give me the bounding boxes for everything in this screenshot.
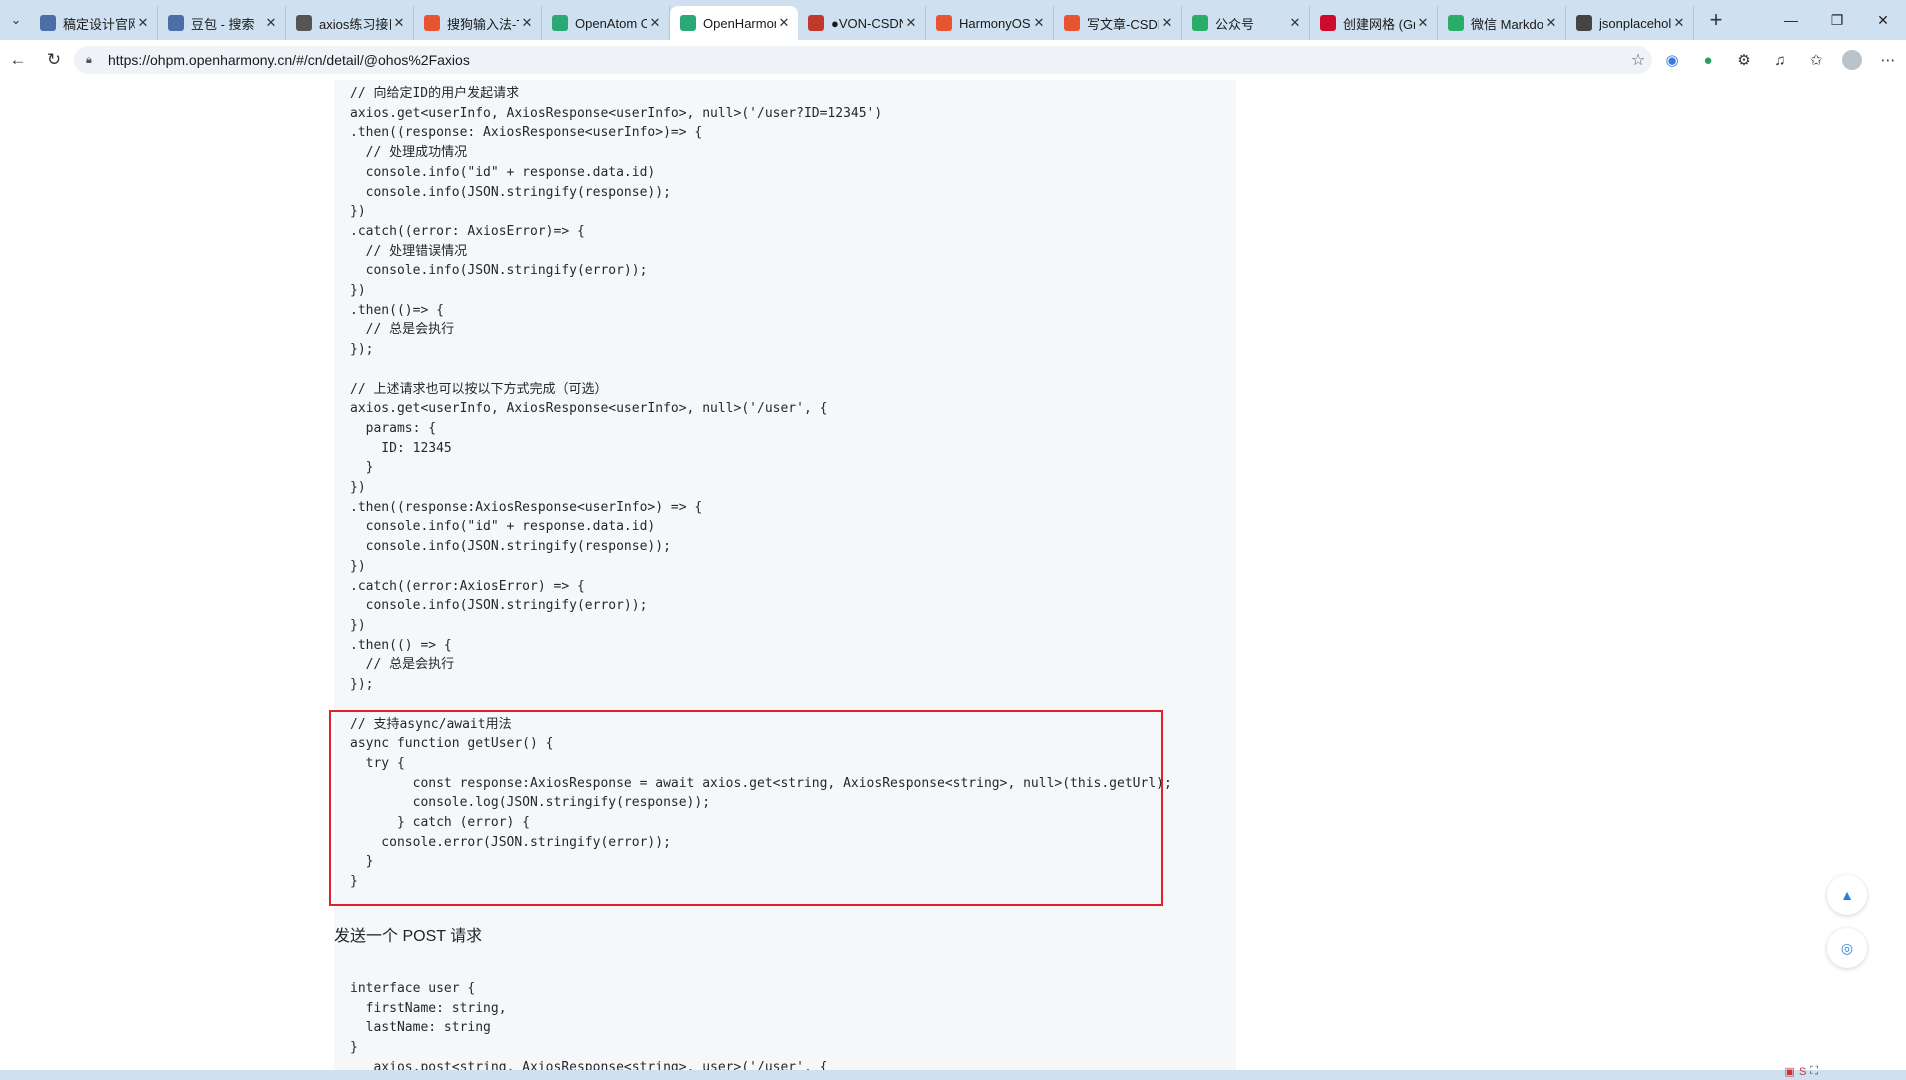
code-post-text: interface user { firstName: string, last…: [350, 981, 828, 1070]
tab-close-icon[interactable]: ✕: [263, 15, 279, 31]
tab-close-icon[interactable]: ✕: [1671, 15, 1687, 31]
expand-tray-icon[interactable]: ⛶: [1810, 1065, 1818, 1078]
browser-tab[interactable]: OpenHarmon ✕: [670, 6, 798, 40]
tab-title: 公众号: [1215, 16, 1255, 32]
tab-close-icon[interactable]: ✕: [1031, 15, 1047, 31]
tab-title: 创建网格 (Gr: [1343, 16, 1415, 32]
tab-title: 豆包 - 搜索: [191, 16, 255, 32]
url-text[interactable]: https://ohpm.openharmony.cn/#/cn/detail/…: [108, 52, 1624, 68]
page-content: // 向给定ID的用户发起请求 axios.get<userInfo, Axio…: [0, 80, 1906, 1070]
copilot-icon[interactable]: ◉: [1654, 44, 1690, 76]
tab-title: 写文章-CSDN: [1087, 16, 1159, 32]
refresh-icon[interactable]: ↻: [36, 44, 72, 76]
sogou-icon: [424, 15, 440, 31]
wechat-icon: [1448, 15, 1464, 31]
csdn-icon: [808, 15, 824, 31]
tab-close-icon[interactable]: ✕: [1543, 15, 1559, 31]
favorites-icon[interactable]: ✩: [1798, 44, 1834, 76]
ohpm-icon: [680, 15, 696, 31]
csdn-icon: [1064, 15, 1080, 31]
browser-tab[interactable]: 微信 Markdo ✕: [1438, 6, 1566, 40]
code-block-post-example: interface user { firstName: string, last…: [334, 963, 1236, 1070]
tab-close-icon[interactable]: ✕: [519, 15, 535, 31]
back-icon[interactable]: ←: [0, 44, 36, 76]
extension-green-icon[interactable]: ●: [1690, 44, 1726, 76]
more-menu-icon[interactable]: ⋯: [1870, 44, 1906, 76]
window-controls: — ❐ ✕: [1768, 0, 1906, 40]
browser-tab[interactable]: 公众号 ✕: [1182, 6, 1310, 40]
openatom-icon: [552, 15, 568, 31]
tab-title: jsonplacehol: [1599, 15, 1671, 31]
async-await-highlight-box: [329, 710, 1163, 906]
reading-list-icon[interactable]: ♫: [1762, 44, 1798, 76]
tab-strip: ⌄ 稿定设计官网✕豆包 - 搜索✕axios练习接口✕搜狗输入法-T✕OpenA…: [0, 0, 1906, 40]
post-request-heading: 发送一个 POST 请求: [334, 928, 483, 945]
extensions-icon[interactable]: ⚙: [1726, 44, 1762, 76]
address-bar[interactable]: 🔒︎ https://ohpm.openharmony.cn/#/cn/deta…: [74, 46, 1652, 74]
browser-tab[interactable]: OpenAtom O ✕: [542, 6, 670, 40]
minimize-icon[interactable]: —: [1768, 0, 1814, 40]
bottom-status-strip: ▣ S ⛶: [0, 1065, 1906, 1080]
browser-tab[interactable]: ●VON-CSDN ✕: [798, 6, 926, 40]
browser-tab[interactable]: 写文章-CSDN✕: [1054, 6, 1182, 40]
tab-close-icon[interactable]: ✕: [903, 15, 919, 31]
assistant-float-icon[interactable]: ◎: [1827, 928, 1867, 968]
avatar-icon: [296, 15, 312, 31]
csdn-icon: [936, 15, 952, 31]
tab-close-icon[interactable]: ✕: [1159, 15, 1175, 31]
browser-tab[interactable]: 搜狗输入法-T ✕: [414, 6, 542, 40]
search-icon: [40, 15, 56, 31]
tab-close-icon[interactable]: ✕: [1287, 15, 1303, 31]
tab-title: 微信 Markdo: [1471, 16, 1543, 32]
favorite-star-icon[interactable]: ☆: [1624, 50, 1652, 70]
tab-close-icon[interactable]: ✕: [647, 15, 663, 31]
lock-icon[interactable]: 🔒︎: [86, 54, 100, 67]
search-icon: [168, 15, 184, 31]
browser-tab[interactable]: HarmonyOS ✕: [926, 6, 1054, 40]
browser-tab[interactable]: axios练习接口✕: [286, 6, 414, 40]
tab-title: ●VON-CSDN: [831, 15, 903, 31]
tab-title: 搜狗输入法-T: [447, 16, 519, 32]
tab-title: 稿定设计官网: [63, 16, 135, 32]
brackets-icon: [1576, 15, 1592, 31]
browser-tab[interactable]: 豆包 - 搜索 ✕: [158, 6, 286, 40]
pdf-tray-icon[interactable]: ▣: [1785, 1065, 1795, 1078]
tab-actions-menu-icon[interactable]: ⌄: [2, 6, 30, 34]
tab-close-icon[interactable]: ✕: [776, 15, 792, 31]
sogou-tray-icon[interactable]: S: [1799, 1066, 1806, 1078]
profile-avatar[interactable]: [1834, 44, 1870, 76]
browser-tab[interactable]: 创建网格 (Gr ✕: [1310, 6, 1438, 40]
new-tab-button[interactable]: +: [1700, 4, 1732, 36]
tab-title: HarmonyOS: [959, 15, 1031, 31]
toolbar-extensions: ◉ ● ⚙ ♫ ✩ ⋯: [1654, 40, 1906, 80]
close-window-icon[interactable]: ✕: [1860, 0, 1906, 40]
tab-close-icon[interactable]: ✕: [391, 15, 407, 31]
huawei-icon: [1320, 15, 1336, 31]
tab-title: OpenAtom O: [575, 15, 647, 31]
wechat-icon: [1192, 15, 1208, 31]
back-to-top-icon[interactable]: ▲: [1827, 875, 1867, 915]
browser-tab[interactable]: 稿定设计官网 ✕: [30, 6, 158, 40]
tabs-container: 稿定设计官网✕豆包 - 搜索✕axios练习接口✕搜狗输入法-T✕OpenAto…: [30, 0, 1694, 40]
tab-close-icon[interactable]: ✕: [135, 15, 151, 31]
tab-title: axios练习接口: [319, 16, 391, 32]
tab-title: OpenHarmon: [703, 15, 776, 31]
tab-close-icon[interactable]: ✕: [1415, 15, 1431, 31]
tray-icons: ▣ S ⛶: [1785, 1065, 1818, 1078]
browser-toolbar: ← ↻ 🔒︎ https://ohpm.openharmony.cn/#/cn/…: [0, 40, 1906, 80]
restore-icon[interactable]: ❐: [1814, 0, 1860, 40]
browser-tab[interactable]: jsonplacehol ✕: [1566, 6, 1694, 40]
